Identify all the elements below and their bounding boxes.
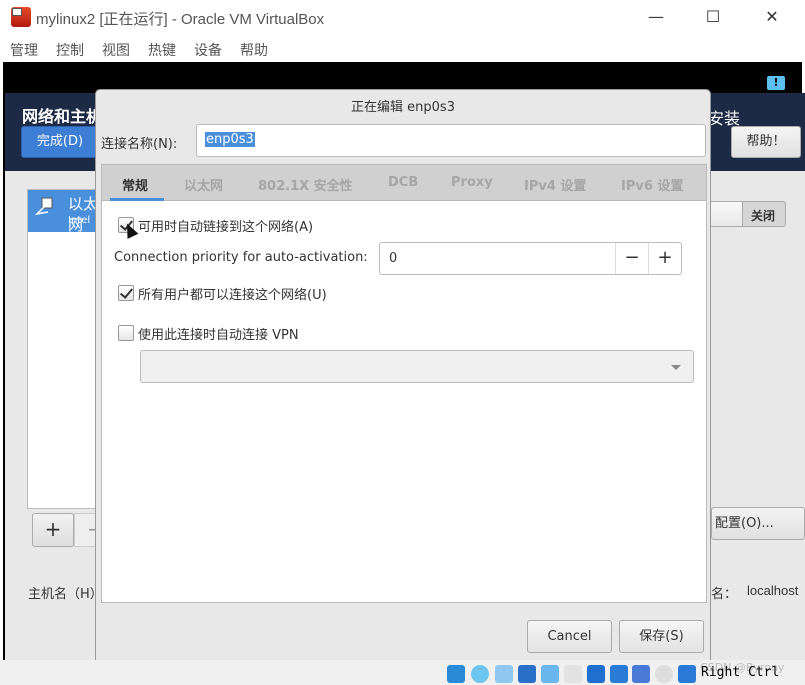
cancel-button[interactable]: Cancel [527,620,612,653]
notification-icon[interactable]: ! [767,76,785,90]
connection-name-value: enp0s3 [205,132,255,147]
connection-name-input[interactable]: enp0s3 [196,124,706,157]
mouse-integration-icon[interactable] [655,665,673,683]
menu-hotkeys[interactable]: 热键 [148,40,176,60]
keyboard-capture-icon[interactable] [678,665,696,683]
display-icon[interactable] [587,665,605,683]
tab-ipv6-settings[interactable]: IPv6 设置 [621,175,683,194]
general-tab-panel: 可用时自动链接到这个网络(A) Connection priority for … [101,201,707,603]
all-users-checkbox[interactable] [118,285,134,301]
auto-connect-label: 可用时自动链接到这个网络(A) [138,220,314,235]
connection-subtitle: Intel [68,215,91,226]
vpn-dropdown[interactable] [140,350,694,383]
close-button[interactable]: ✕ [757,6,787,28]
tab-ipv4-settings[interactable]: IPv4 设置 [524,175,586,194]
connection-name: 以太网 [68,195,99,234]
dialog-title: 正在编辑 enp0s3 [351,100,455,115]
tab-proxy[interactable]: Proxy [451,175,493,190]
current-hostname-label: 名： [711,587,738,602]
tab-ethernet[interactable]: 以太网 [184,175,223,194]
audio-icon[interactable] [495,665,513,683]
all-users-label: 所有用户都可以连接这个网络(U) [138,288,327,303]
save-button[interactable]: 保存(S) [619,620,704,653]
priority-decrement-button[interactable]: − [615,243,648,274]
help-button[interactable]: 帮助！ [731,126,801,158]
done-button[interactable]: 完成(D) [21,126,99,158]
configure-button[interactable]: 配置(O)... [711,507,805,540]
priority-label: Connection priority for auto-activation: [114,250,368,265]
auto-vpn-checkbox[interactable] [118,325,134,341]
menubar: 管理 控制 视图 热键 设备 帮助 [0,36,805,62]
add-connection-button[interactable]: + [32,513,74,547]
virtualbox-app-icon [11,7,31,27]
menu-view[interactable]: 视图 [102,40,130,60]
connection-name-label: 连接名称(N): [101,137,178,152]
shared-folders-icon[interactable] [564,665,582,683]
menu-control[interactable]: 控制 [56,40,84,60]
edit-connection-dialog: 正在编辑 enp0s3 连接名称(N): enp0s3 常规 以太网 802.1… [95,89,711,661]
menu-devices[interactable]: 设备 [194,40,222,60]
optical-drive-icon[interactable] [471,665,489,683]
connection-list [27,189,97,509]
window-title: mylinux2 [正在运行] - Oracle VM VirtualBox [36,11,325,28]
toggle-knob [707,202,743,226]
virtualization-icon[interactable] [632,665,650,683]
tab-8021x-security[interactable]: 802.1X 安全性 [258,175,353,194]
priority-value[interactable]: 0 [389,251,397,266]
maximize-button[interactable]: ☐ [698,6,728,28]
window-titlebar: mylinux2 [正在运行] - Oracle VM VirtualBox —… [0,0,805,36]
network-icon[interactable] [518,665,536,683]
host-key-label: Right Ctrl [701,665,780,680]
tab-dcb[interactable]: DCB [388,175,418,190]
priority-increment-button[interactable]: + [648,243,681,274]
tab-bar: 常规 以太网 802.1X 安全性 DCB Proxy IPv4 设置 IPv6… [101,164,707,201]
menu-help[interactable]: 帮助 [240,40,268,60]
connection-toggle[interactable]: 关闭 [706,201,786,227]
chevron-down-icon [671,365,681,370]
connection-list-item[interactable]: 以太网 Intel [28,190,99,234]
auto-vpn-label: 使用此连接时自动连接 VPN [138,328,299,343]
video-capture-icon[interactable] [610,665,628,683]
toggle-label: 关闭 [751,209,776,223]
priority-spinner[interactable]: 0 − + [379,242,682,275]
ethernet-icon [34,197,53,216]
tab-general[interactable]: 常规 [122,175,148,194]
hard-disk-icon[interactable] [447,665,465,683]
vbox-statusbar [0,660,805,685]
usb-icon[interactable] [541,665,559,683]
current-hostname-value: localhost [747,583,799,598]
minimize-button[interactable]: — [641,6,671,28]
menu-manage[interactable]: 管理 [10,40,38,60]
